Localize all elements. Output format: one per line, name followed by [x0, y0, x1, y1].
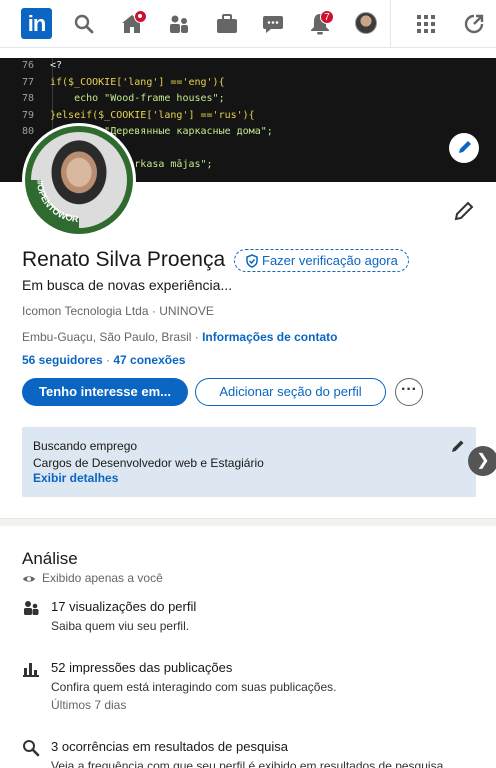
- home-icon[interactable]: [120, 10, 147, 36]
- svg-text:#OPENTOWORK: #OPENTOWORK: [25, 126, 79, 224]
- open-to-button[interactable]: Tenho interesse em...: [22, 378, 188, 406]
- advertise-icon[interactable]: [462, 12, 486, 36]
- pencil-icon: [452, 440, 464, 452]
- verify-now-button[interactable]: Fazer verificação agora: [234, 249, 409, 272]
- shield-check-icon: [246, 254, 258, 268]
- open-to-work-title: Buscando emprego: [33, 439, 138, 453]
- analytics-item-post-impressions[interactable]: 52 impressões das publicações Confira qu…: [22, 660, 476, 716]
- people-icon: [24, 601, 39, 615]
- edit-profile-button[interactable]: [452, 199, 476, 223]
- eye-icon: [23, 576, 35, 582]
- followers-link[interactable]: 56 seguidores: [22, 353, 103, 367]
- open-to-work-card: Buscando emprego Cargos de Desenvolvedor…: [22, 427, 476, 497]
- profile-name: Renato Silva Proença: [22, 248, 226, 271]
- stats-separator: ·: [102, 353, 114, 367]
- jobs-icon[interactable]: [215, 12, 239, 36]
- show-details-link[interactable]: Exibir detalhes: [33, 471, 118, 485]
- top-nav: in 7: [0, 0, 496, 48]
- linkedin-logo[interactable]: in: [21, 8, 52, 39]
- connections-link[interactable]: 47 conexões: [113, 353, 185, 367]
- my-network-icon[interactable]: [167, 12, 191, 36]
- notifications-badge: 7: [320, 10, 334, 24]
- profile-photo[interactable]: #OPENTOWORK: [22, 123, 136, 237]
- edit-open-to-work-button[interactable]: [450, 438, 466, 454]
- analytics-item-subtitle: Veja a frequência com que seu perfil é e…: [51, 759, 447, 768]
- open-to-work-frame: #OPENTOWORK: [25, 126, 133, 234]
- location-text: Embu-Guaçu, São Paulo, Brasil ·: [22, 330, 203, 344]
- home-badge: [134, 10, 147, 23]
- analytics-item-title: 17 visualizações do perfil: [51, 599, 197, 614]
- analytics-item-subtitle: Saiba quem viu seu perfil.: [51, 619, 190, 633]
- messaging-icon[interactable]: [261, 12, 285, 36]
- analytics-item-search-appearances[interactable]: 3 ocorrências em resultados de pesquisa …: [22, 739, 476, 768]
- open-to-work-roles: Cargos de Desenvolvedor web e Estagiário: [33, 456, 264, 470]
- analytics-title: Análise: [22, 549, 78, 568]
- add-profile-section-button[interactable]: Adicionar seção do perfil: [195, 378, 386, 406]
- profile-location: Embu-Guaçu, São Paulo, Brasil · Informaç…: [22, 330, 337, 344]
- analytics-item-period: Últimos 7 dias: [51, 698, 127, 712]
- profile-headline: Em busca de novas experiência...: [22, 277, 233, 293]
- contact-info-link[interactable]: Informações de contato: [202, 330, 337, 344]
- nav-divider: [390, 0, 391, 48]
- pencil-icon: [459, 141, 471, 153]
- bar-chart-icon: [23, 663, 39, 677]
- analytics-item-title: 3 ocorrências em resultados de pesquisa: [51, 739, 289, 754]
- search-icon: [23, 740, 40, 757]
- analytics-privacy-note: Exibido apenas a você: [22, 571, 163, 585]
- notifications-icon[interactable]: 7: [308, 10, 334, 36]
- edit-banner-button[interactable]: [449, 133, 479, 163]
- search-icon[interactable]: [72, 12, 96, 36]
- analytics-item-profile-views[interactable]: 17 visualizações do perfil Saiba quem vi…: [22, 599, 476, 639]
- pencil-icon: [454, 201, 474, 221]
- carousel-next-button[interactable]: ❯: [468, 446, 496, 476]
- verify-now-label: Fazer verificação agora: [262, 253, 398, 268]
- open-to-work-ring-text: #OPENTOWORK: [25, 126, 79, 230]
- section-separator: [0, 518, 496, 526]
- apps-grid-icon[interactable]: [414, 12, 438, 36]
- network-stats: 56 seguidores · 47 conexões: [22, 353, 185, 367]
- privacy-text: Exibido apenas a você: [42, 571, 163, 585]
- analytics-item-subtitle: Confira quem está interagindo com suas p…: [51, 680, 337, 694]
- me-avatar[interactable]: [355, 12, 377, 34]
- analytics-item-title: 52 impressões das publicações: [51, 660, 233, 675]
- profile-company: Icomon Tecnologia Ltda · UNINOVE: [22, 304, 214, 318]
- more-actions-button[interactable]: ···: [395, 378, 423, 406]
